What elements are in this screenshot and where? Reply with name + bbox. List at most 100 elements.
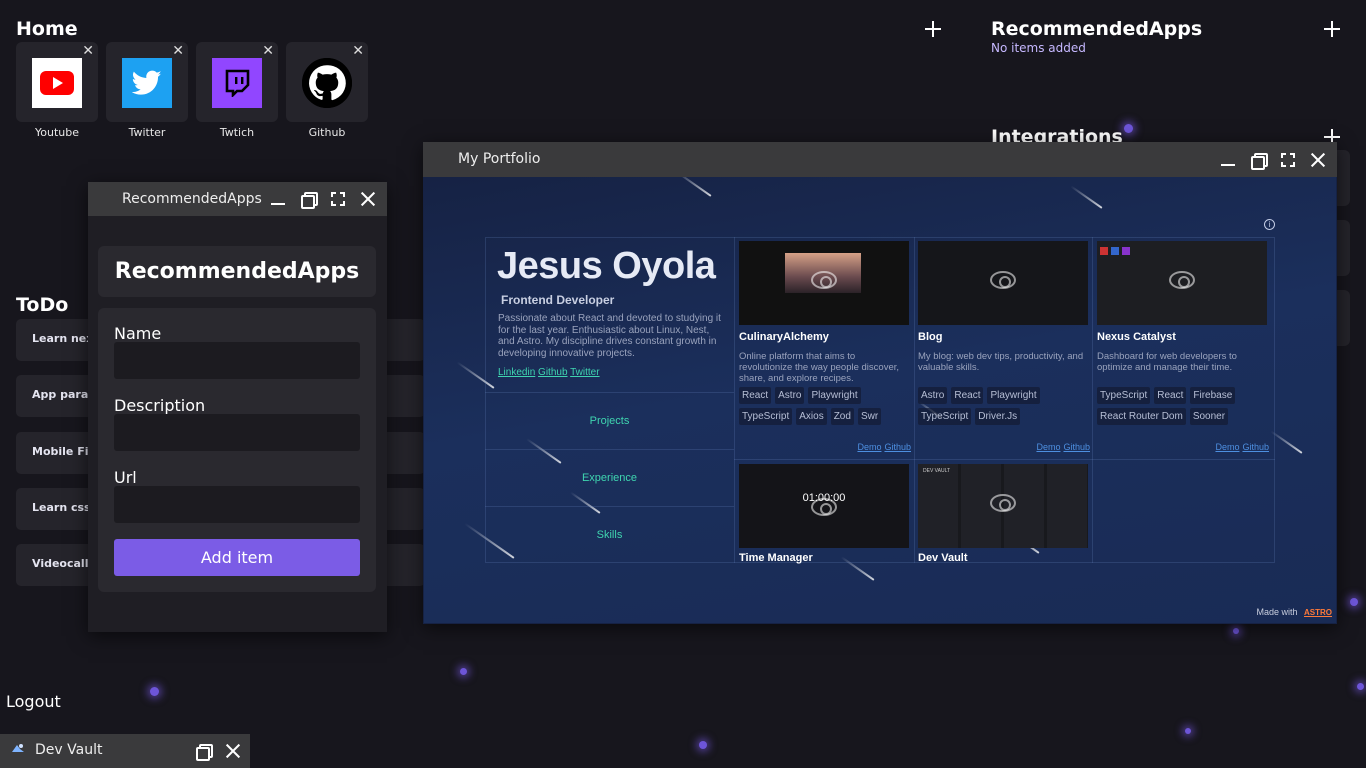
todo-item-tail xyxy=(387,432,425,474)
project-links: Demo Github xyxy=(854,442,911,452)
taskbar-item-label: Dev Vault xyxy=(35,742,103,758)
project-card[interactable]: DEV VAULT Dev Vault xyxy=(918,464,1090,564)
demo-link[interactable]: Demo xyxy=(1215,442,1239,452)
add-home-app-button[interactable] xyxy=(925,21,941,37)
minimize-icon[interactable] xyxy=(270,191,286,207)
app-tile-github[interactable]: ✕ xyxy=(286,42,368,122)
restore-icon[interactable] xyxy=(1250,152,1268,170)
project-title: Time Manager xyxy=(739,552,813,564)
recommended-apps-window: RecommendedApps RecommendedApps Name Des… xyxy=(88,182,387,632)
project-title: Blog xyxy=(918,331,943,343)
github-link[interactable]: Github xyxy=(538,367,567,378)
maximize-icon[interactable] xyxy=(1280,151,1296,168)
grid-divider xyxy=(734,459,1275,460)
project-card[interactable]: Blog My blog: web dev tips, productivity… xyxy=(918,241,1090,455)
background-dot xyxy=(699,741,707,749)
eye-icon xyxy=(990,271,1016,289)
nav-label: Projects xyxy=(589,414,630,427)
name-input[interactable] xyxy=(114,342,360,379)
add-recommended-button[interactable] xyxy=(1324,21,1340,37)
close-icon[interactable] xyxy=(1310,152,1326,168)
todo-item-tail xyxy=(387,319,425,361)
todo-item[interactable]: Mobile Firs xyxy=(16,432,90,474)
linkedin-link[interactable]: Linkedin xyxy=(498,367,535,378)
window-titlebar[interactable]: My Portfolio xyxy=(423,142,1337,177)
github-link[interactable]: Github xyxy=(1242,442,1269,452)
tag: React xyxy=(951,387,984,404)
close-icon[interactable]: ✕ xyxy=(82,44,94,58)
add-item-button[interactable]: Add item xyxy=(114,539,360,576)
tag: Playwright xyxy=(808,387,861,404)
close-icon[interactable]: ✕ xyxy=(172,44,184,58)
project-screenshot xyxy=(1097,241,1267,325)
youtube-icon xyxy=(32,58,82,108)
background-dot xyxy=(150,687,159,696)
github-icon xyxy=(302,58,352,108)
url-input[interactable] xyxy=(114,486,360,523)
background-dot xyxy=(460,668,467,675)
background-dot xyxy=(1124,124,1133,133)
nav-skills[interactable]: Skills xyxy=(485,506,734,562)
integration-item[interactable] xyxy=(1336,150,1350,206)
project-screenshot: 01:00:00 xyxy=(739,464,909,548)
todo-item[interactable]: Learn next xyxy=(16,319,90,361)
background-dot xyxy=(1350,598,1358,606)
made-with-footer: Made with ASTRO xyxy=(1256,607,1332,617)
info-icon[interactable]: i xyxy=(1264,219,1275,230)
project-card[interactable]: 01:00:00 Time Manager xyxy=(739,464,911,564)
close-icon[interactable]: ✕ xyxy=(352,44,364,58)
description-input[interactable] xyxy=(114,414,360,451)
integration-item[interactable] xyxy=(1336,290,1350,346)
todo-item[interactable]: Videocalls xyxy=(16,544,90,586)
restore-icon[interactable] xyxy=(300,191,318,209)
nav-experience[interactable]: Experience xyxy=(485,449,734,505)
tag: Astro xyxy=(918,387,948,404)
tag: Driver.Js xyxy=(975,408,1021,425)
close-icon[interactable] xyxy=(360,191,376,207)
todo-item[interactable]: App para g xyxy=(16,375,90,417)
todo-item[interactable]: Learn css v xyxy=(16,488,90,530)
window-titlebar[interactable]: RecommendedApps xyxy=(88,182,387,216)
integration-item[interactable] xyxy=(1336,220,1350,276)
astro-logo[interactable]: ASTRO xyxy=(1304,608,1332,617)
grid-divider xyxy=(1092,237,1093,563)
app-tile-twitch[interactable]: ✕ xyxy=(196,42,278,122)
minimize-icon[interactable] xyxy=(1220,152,1236,168)
form-heading: RecommendedApps xyxy=(114,259,360,284)
maximize-icon[interactable] xyxy=(330,191,346,207)
add-item-form: Name Description Url Add item xyxy=(98,308,376,592)
logout-button[interactable]: Logout xyxy=(6,692,61,711)
close-icon[interactable] xyxy=(225,743,241,759)
shooting-star xyxy=(676,177,712,197)
app-label-twitter: Twitter xyxy=(128,126,166,139)
project-links: Demo Github xyxy=(1033,442,1090,452)
shooting-star xyxy=(1270,430,1303,454)
project-card[interactable]: Nexus Catalyst Dashboard for web develop… xyxy=(1097,241,1269,455)
name-label: Name xyxy=(114,324,162,343)
tag: React xyxy=(1154,387,1187,404)
eye-icon xyxy=(990,494,1016,512)
nav-projects[interactable]: Projects xyxy=(485,392,734,448)
github-link[interactable]: Github xyxy=(1063,442,1090,452)
project-description: Online platform that aims to revolutioni… xyxy=(739,351,900,384)
app-tile-twitter[interactable]: ✕ xyxy=(106,42,188,122)
taskbar-item-dev-vault[interactable]: Dev Vault xyxy=(0,734,250,768)
github-link[interactable]: Github xyxy=(884,442,911,452)
demo-link[interactable]: Demo xyxy=(857,442,881,452)
profile-bio: Passionate about React and devoted to st… xyxy=(498,313,721,359)
preview-text: DEV VAULT xyxy=(923,468,951,474)
demo-link[interactable]: Demo xyxy=(1036,442,1060,452)
project-links: Demo Github xyxy=(1212,442,1269,452)
app-tile-youtube[interactable]: ✕ xyxy=(16,42,98,122)
tag: Zod xyxy=(830,408,854,425)
project-card[interactable]: CulinaryAlchemy Online platform that aim… xyxy=(739,241,911,455)
project-screenshot xyxy=(739,241,909,325)
close-icon[interactable]: ✕ xyxy=(262,44,274,58)
eye-icon xyxy=(811,271,837,289)
restore-icon[interactable] xyxy=(195,743,213,761)
grid-divider xyxy=(914,237,915,563)
twitter-link[interactable]: Twitter xyxy=(570,367,599,378)
tag: TypeScript xyxy=(1097,387,1151,404)
app-label-twitch: Twtich xyxy=(219,126,255,139)
background-dot xyxy=(1357,683,1364,690)
